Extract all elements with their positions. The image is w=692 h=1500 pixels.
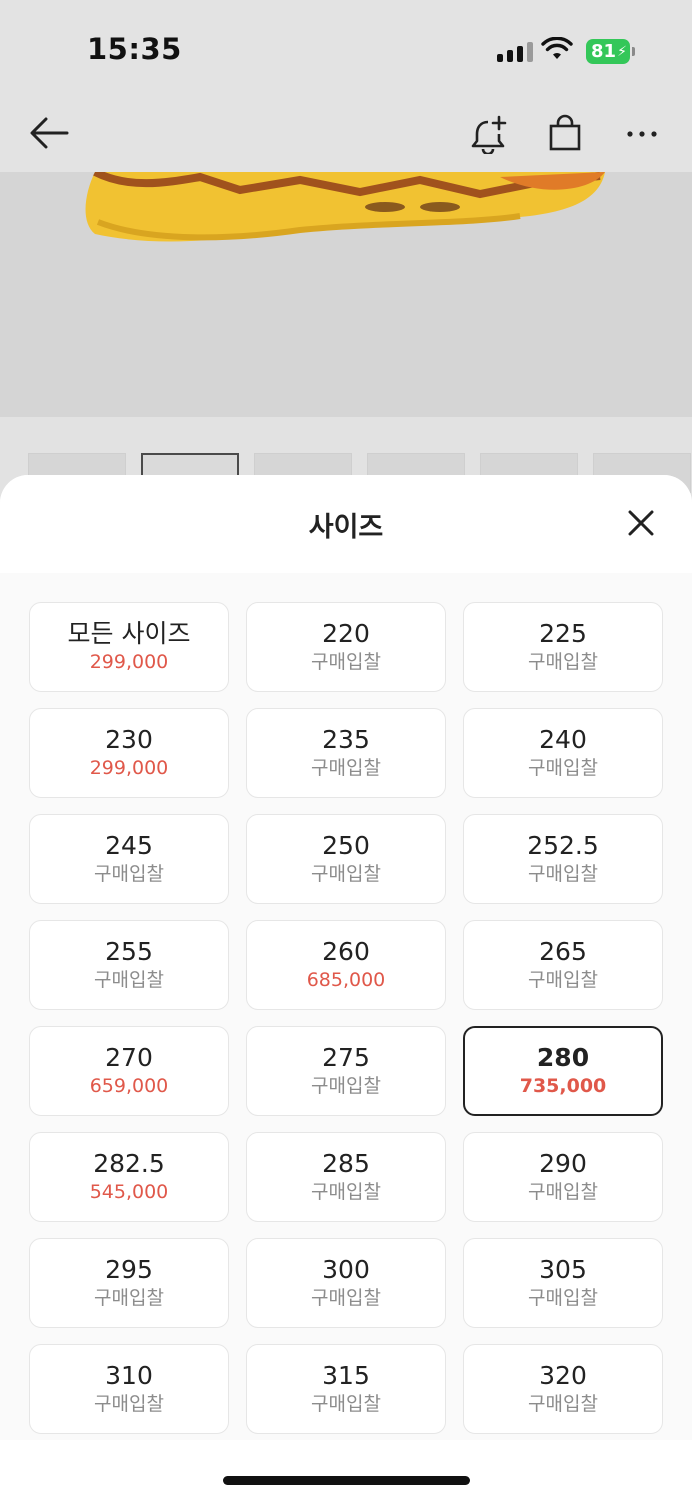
size-label: 300 — [322, 1255, 370, 1284]
size-price: 299,000 — [89, 651, 169, 673]
size-bottom-sheet: 사이즈 모든 사이즈 299,000 220 구매입찰 225 구매입찰 230 299,00… — [0, 475, 692, 1500]
app-header-background — [0, 0, 692, 172]
size-option[interactable]: 320 구매입찰 — [463, 1344, 663, 1434]
size-option[interactable]: 315 구매입찰 — [246, 1344, 446, 1434]
size-bid-label: 구매입찰 — [528, 863, 598, 885]
size-label: 305 — [539, 1255, 587, 1284]
size-label: 255 — [105, 937, 153, 966]
size-price: 299,000 — [89, 757, 169, 779]
size-grid: 모든 사이즈 299,000 220 구매입찰 225 구매입찰 230 299,000 235… — [29, 602, 663, 1434]
size-option[interactable]: 260 685,000 — [246, 920, 446, 1010]
size-option[interactable]: 285 구매입찰 — [246, 1132, 446, 1222]
size-option[interactable]: 240 구매입찰 — [463, 708, 663, 798]
back-arrow-icon[interactable] — [28, 113, 70, 153]
size-bid-label: 구매입찰 — [311, 1075, 381, 1097]
size-bid-label: 구매입찰 — [94, 1287, 164, 1309]
size-bid-label: 구매입찰 — [311, 757, 381, 779]
size-option[interactable]: 모든 사이즈 299,000 — [29, 602, 229, 692]
size-option[interactable]: 225 구매입찰 — [463, 602, 663, 692]
size-option[interactable]: 270 659,000 — [29, 1026, 229, 1116]
size-label: 245 — [105, 831, 153, 860]
size-bid-label: 구매입찰 — [311, 863, 381, 885]
size-option[interactable]: 300 구매입찰 — [246, 1238, 446, 1328]
size-option[interactable]: 250 구매입찰 — [246, 814, 446, 904]
size-label: 252.5 — [527, 831, 599, 860]
charging-bolt-icon: ⚡ — [617, 43, 627, 60]
wifi-icon — [541, 36, 573, 65]
size-bid-label: 구매입찰 — [311, 651, 381, 673]
size-bid-label: 구매입찰 — [528, 1287, 598, 1309]
battery-indicator: 81 ⚡ — [586, 39, 630, 64]
size-option[interactable]: 275 구매입찰 — [246, 1026, 446, 1116]
size-price: 659,000 — [89, 1075, 169, 1097]
size-option[interactable]: 255 구매입찰 — [29, 920, 229, 1010]
size-bid-label: 구매입찰 — [528, 757, 598, 779]
sheet-title: 사이즈 — [308, 511, 384, 543]
battery-level: 81 — [591, 41, 617, 62]
size-bid-label: 구매입찰 — [94, 969, 164, 991]
size-option[interactable]: 310 구매입찰 — [29, 1344, 229, 1434]
size-bid-label: 구매입찰 — [311, 1181, 381, 1203]
size-label: 310 — [105, 1361, 153, 1390]
bottom-safe-area — [0, 1440, 692, 1500]
size-label: 230 — [105, 725, 153, 754]
size-label: 225 — [539, 619, 587, 648]
size-label: 220 — [322, 619, 370, 648]
size-bid-label: 구매입찰 — [528, 1181, 598, 1203]
size-price: 735,000 — [519, 1075, 607, 1097]
close-icon[interactable] — [626, 508, 656, 538]
size-label: 260 — [322, 937, 370, 966]
status-time: 15:35 — [87, 32, 182, 66]
size-label: 235 — [322, 725, 370, 754]
size-bid-label: 구매입찰 — [311, 1393, 381, 1415]
size-price: 685,000 — [306, 969, 386, 991]
bell-plus-icon[interactable] — [468, 113, 508, 155]
size-bid-label: 구매입찰 — [528, 1393, 598, 1415]
size-option[interactable]: 230 299,000 — [29, 708, 229, 798]
shopping-bag-icon[interactable] — [546, 113, 584, 153]
size-option[interactable]: 245 구매입찰 — [29, 814, 229, 904]
cellular-signal-icon — [497, 42, 533, 62]
size-label: 270 — [105, 1043, 153, 1072]
size-label: 295 — [105, 1255, 153, 1284]
size-bid-label: 구매입찰 — [94, 863, 164, 885]
size-label: 282.5 — [93, 1149, 165, 1178]
size-label: 250 — [322, 831, 370, 860]
size-price: 545,000 — [89, 1181, 169, 1203]
size-label: 275 — [322, 1043, 370, 1072]
size-bid-label: 구매입찰 — [94, 1393, 164, 1415]
battery-tip — [632, 47, 635, 56]
sheet-header: 사이즈 — [0, 475, 692, 573]
size-bid-label: 구매입찰 — [528, 651, 598, 673]
size-label: 320 — [539, 1361, 587, 1390]
size-option[interactable]: 305 구매입찰 — [463, 1238, 663, 1328]
size-label: 285 — [322, 1149, 370, 1178]
size-option[interactable]: 235 구매입찰 — [246, 708, 446, 798]
size-option[interactable]: 282.5 545,000 — [29, 1132, 229, 1222]
size-label: 290 — [539, 1149, 587, 1178]
size-option-selected[interactable]: 280 735,000 — [463, 1026, 663, 1116]
product-image — [0, 172, 692, 417]
size-option[interactable]: 295 구매입찰 — [29, 1238, 229, 1328]
size-option[interactable]: 265 구매입찰 — [463, 920, 663, 1010]
size-label: 280 — [536, 1043, 590, 1072]
size-bid-label: 구매입찰 — [311, 1287, 381, 1309]
size-bid-label: 구매입찰 — [528, 969, 598, 991]
size-label: 모든 사이즈 — [67, 619, 191, 648]
size-option[interactable]: 290 구매입찰 — [463, 1132, 663, 1222]
more-icon[interactable] — [624, 120, 660, 148]
size-label: 315 — [322, 1361, 370, 1390]
size-label: 265 — [539, 937, 587, 966]
size-label: 240 — [539, 725, 587, 754]
size-option[interactable]: 220 구매입찰 — [246, 602, 446, 692]
home-indicator — [223, 1476, 470, 1485]
size-option[interactable]: 252.5 구매입찰 — [463, 814, 663, 904]
